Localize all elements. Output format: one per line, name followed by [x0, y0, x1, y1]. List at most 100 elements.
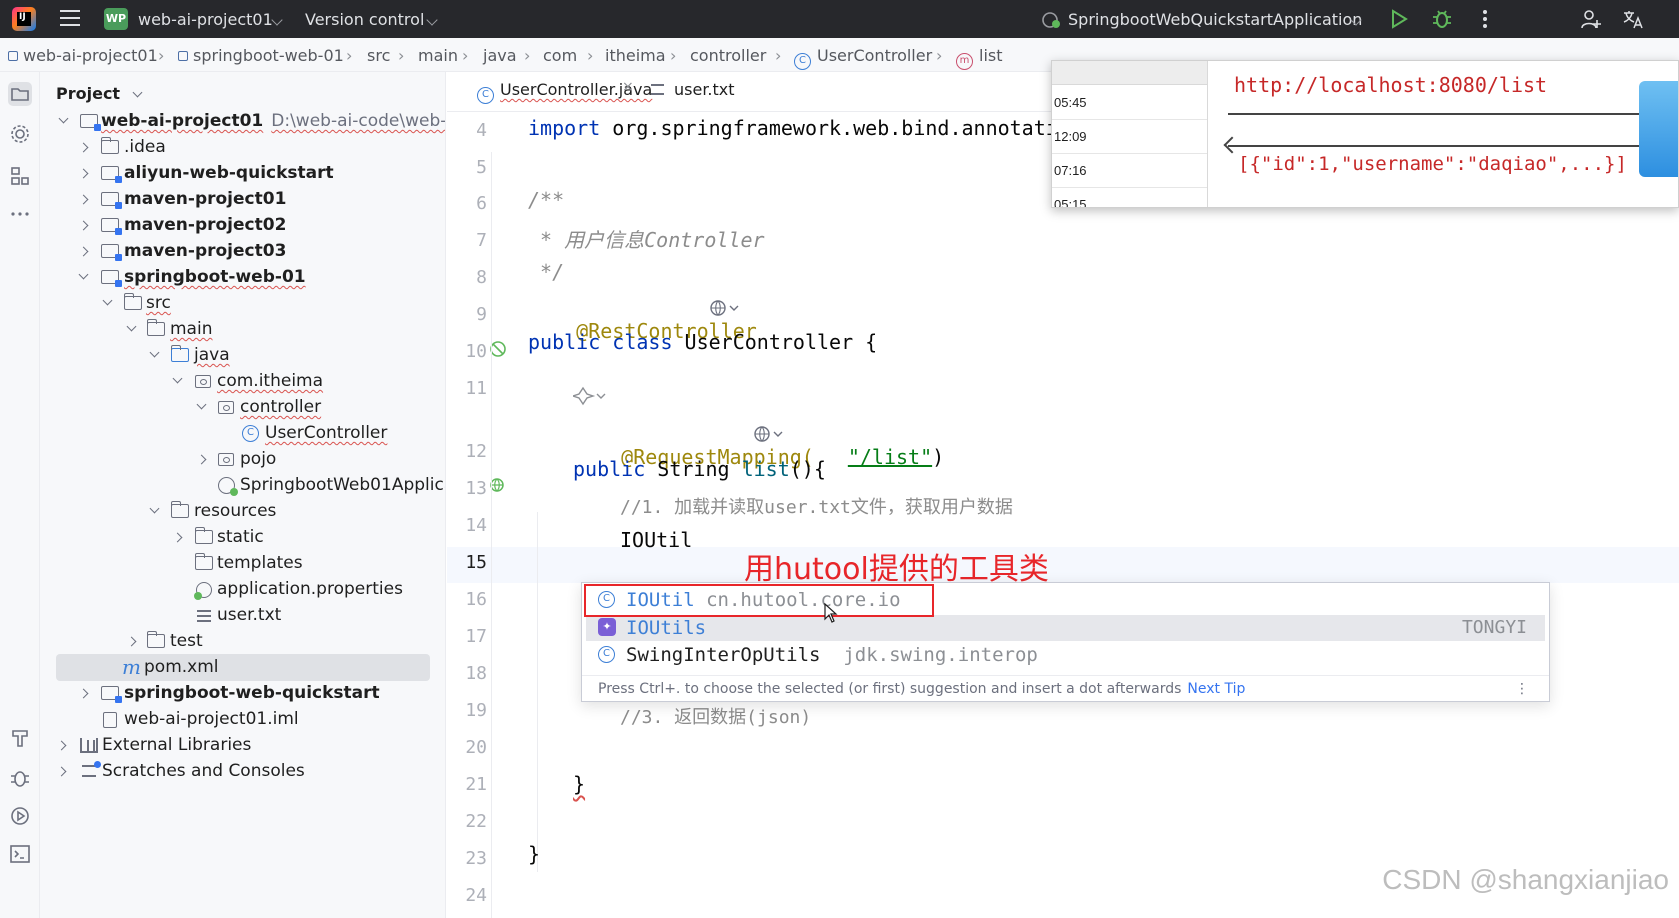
expand-arrow-icon[interactable] — [126, 321, 137, 332]
history-row[interactable]: 07:16 — [1052, 154, 1207, 188]
expand-arrow-icon[interactable] — [149, 347, 160, 358]
main-menu-icon[interactable] — [60, 10, 80, 26]
more-tool-windows-icon[interactable] — [8, 202, 32, 226]
run-tool-icon[interactable] — [8, 804, 32, 828]
close-tab-icon[interactable]: × — [622, 79, 634, 95]
structure-icon[interactable] — [8, 164, 32, 188]
breadcrumb-item[interactable]: controller — [690, 46, 766, 65]
add-user-icon[interactable] — [1580, 8, 1602, 30]
expand-arrow-icon[interactable] — [149, 503, 160, 514]
tree-item-maven-project02[interactable]: maven-project02 — [40, 212, 445, 239]
tree-item-static[interactable]: static — [40, 524, 445, 551]
breadcrumb-separator-icon: › — [775, 46, 782, 65]
debug-tool-bug-icon[interactable] — [8, 766, 32, 790]
history-row[interactable]: 05:15 — [1052, 188, 1207, 207]
tree-item-maven-project03[interactable]: maven-project03 — [40, 238, 445, 265]
expand-arrow-icon[interactable] — [78, 220, 89, 231]
expand-arrow-icon[interactable] — [196, 399, 207, 410]
expand-arrow-icon[interactable] — [78, 688, 89, 699]
code-line-current[interactable]: IOUtil — [620, 528, 692, 552]
expand-arrow-icon[interactable] — [78, 269, 89, 280]
tree-item-springboot-web-01[interactable]: springboot-web-01 — [40, 264, 445, 291]
expand-arrow-icon[interactable] — [56, 740, 67, 751]
breadcrumb-item[interactable]: m list — [956, 46, 1003, 70]
tree-item-web-ai-project01[interactable]: web-ai-project01 D:\web-ai-code\web-ai-p — [40, 108, 445, 135]
code-line: //3. 返回数据(json) — [620, 707, 812, 728]
intellij-logo-icon[interactable]: IJ — [12, 7, 36, 31]
tree-item-usercontroller[interactable]: C UserController — [40, 420, 445, 447]
indent-guide — [491, 152, 492, 918]
tree-item-user-txt[interactable]: user.txt — [40, 602, 445, 629]
expand-arrow-icon[interactable] — [56, 766, 67, 777]
next-tip-link[interactable]: Next Tip — [1187, 681, 1245, 697]
tree-item-pojo[interactable]: pojo — [40, 446, 445, 473]
completion-item-swinginteroputils[interactable]: C SwingInterOpUtils jdk.swing.interop — [586, 642, 1545, 668]
breadcrumb-item[interactable]: itheima — [605, 46, 666, 65]
tree-item-idea[interactable]: .idea — [40, 134, 445, 161]
tree-item-springbootweb01application[interactable]: SpringbootWeb01Applica — [40, 472, 445, 499]
tree-item-resources[interactable]: resources — [40, 498, 445, 525]
web-globe-dropdown-icon[interactable] — [709, 299, 741, 317]
translate-icon[interactable] — [1622, 8, 1644, 30]
history-row[interactable]: 05:45 — [1052, 86, 1207, 120]
expand-arrow-icon[interactable] — [172, 373, 183, 384]
tree-item-maven-project01[interactable]: maven-project01 — [40, 186, 445, 213]
breadcrumb-item[interactable]: java — [483, 46, 517, 65]
breadcrumb-item[interactable]: com — [543, 46, 577, 65]
debug-icon[interactable] — [1431, 8, 1453, 30]
line-number: 15 — [465, 552, 487, 573]
tree-item-scratches-and-consoles[interactable]: Scratches and Consoles — [40, 758, 445, 785]
tree-item-application-properties[interactable]: application.properties — [40, 576, 445, 603]
more-options-icon[interactable]: ⋮ — [1515, 676, 1529, 703]
tree-item-test[interactable]: test — [40, 628, 445, 655]
breadcrumb-item[interactable]: src — [367, 46, 390, 65]
breadcrumb-item[interactable]: web-ai-project01 — [8, 46, 158, 65]
tree-item-springboot-web-quickstart[interactable]: springboot-web-quickstart — [40, 680, 445, 707]
library-icon — [80, 738, 98, 753]
breadcrumb-item[interactable]: springboot-web-01 — [178, 46, 344, 65]
web-globe-dropdown-icon[interactable] — [753, 425, 785, 443]
expand-arrow-icon[interactable] — [172, 532, 183, 543]
expand-arrow-icon[interactable] — [78, 168, 89, 179]
build-hammer-icon[interactable] — [8, 726, 32, 750]
code-line: import org.springframework.web.bind.anno… — [528, 116, 1058, 140]
spring-boot-class-icon — [218, 477, 238, 496]
tree-item-com-itheima[interactable]: com.itheima — [40, 368, 445, 395]
expand-arrow-icon[interactable] — [78, 194, 89, 205]
project-tool-folder-icon[interactable] — [8, 82, 32, 106]
tree-item-templates[interactable]: templates — [40, 550, 445, 577]
ai-assistant-icon[interactable] — [573, 385, 609, 407]
code-editor[interactable]: 4 5 6 7 8 9 10 11 12 13 14 15 16 17 18 1… — [447, 112, 1679, 918]
expand-arrow-icon[interactable] — [126, 636, 137, 647]
more-actions-icon[interactable] — [1474, 8, 1496, 30]
code-line: } — [573, 772, 586, 796]
terminal-icon[interactable] — [8, 842, 32, 866]
tree-item-external-libraries[interactable]: External Libraries — [40, 732, 445, 759]
tree-item-pom-xml[interactable]: m pom.xml — [56, 654, 430, 681]
breadcrumb-separator-icon: › — [346, 46, 353, 65]
project-name-dropdown[interactable]: web-ai-project01 — [138, 10, 273, 29]
run-configuration-dropdown[interactable]: SpringbootWebQuickstartApplication — [1068, 10, 1362, 29]
tree-item-java[interactable]: java — [40, 342, 445, 369]
breadcrumb-item[interactable]: C UserController — [794, 46, 932, 70]
project-badge[interactable]: WP — [104, 8, 128, 30]
expand-arrow-icon[interactable] — [78, 142, 89, 153]
expand-arrow-icon[interactable] — [78, 246, 89, 257]
breadcrumb-item[interactable]: main — [418, 46, 458, 65]
expand-arrow-icon[interactable] — [102, 295, 113, 306]
expand-arrow-icon[interactable] — [58, 113, 69, 124]
tab-user-txt[interactable]: user.txt — [651, 80, 735, 99]
tree-item-web-ai-project01-iml[interactable]: web-ai-project01.iml — [40, 706, 445, 733]
tree-item-main[interactable]: main — [40, 316, 445, 343]
tree-item-src[interactable]: src — [40, 290, 445, 317]
tree-item-controller[interactable]: controller — [40, 394, 445, 421]
code-line: //1. 加载并读取user.txt文件，获取用户数据 — [620, 497, 1013, 518]
completion-item-ioutils[interactable]: ✦ IOUtils TONGYI — [586, 615, 1545, 641]
run-icon[interactable] — [1388, 8, 1410, 30]
version-control-dropdown[interactable]: Version control — [305, 10, 424, 29]
history-row[interactable]: 12:09 — [1052, 120, 1207, 154]
project-panel-title[interactable]: Project — [56, 84, 143, 103]
services-gear-icon[interactable] — [8, 122, 32, 146]
tree-item-aliyun-web-quickstart[interactable]: aliyun-web-quickstart — [40, 160, 445, 187]
expand-arrow-icon[interactable] — [196, 454, 207, 465]
